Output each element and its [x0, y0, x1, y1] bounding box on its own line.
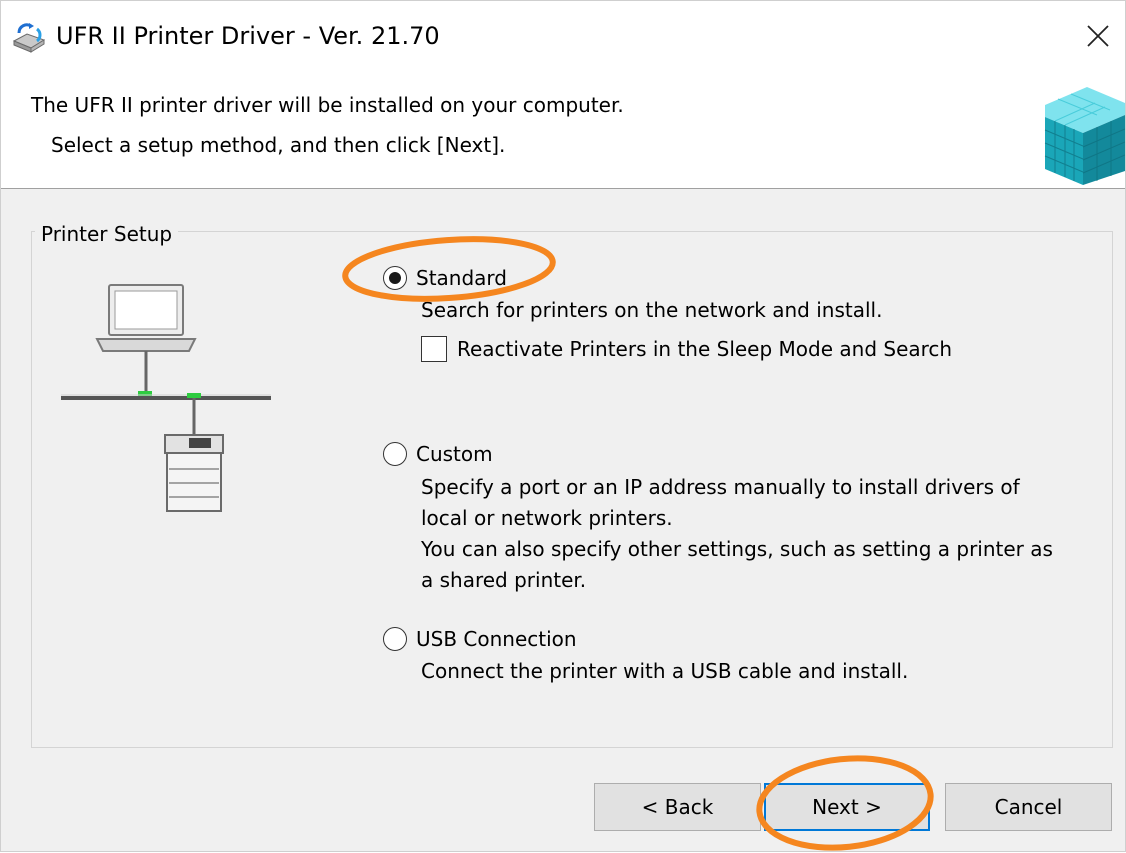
radio-usb-connection[interactable]: USB Connection: [383, 627, 577, 651]
header-instruction-1: The UFR II printer driver will be instal…: [31, 93, 624, 117]
radio-usb-label: USB Connection: [416, 627, 577, 651]
header-instruction-2: Select a setup method, and then click [N…: [51, 133, 506, 157]
title-bar: UFR II Printer Driver - Ver. 21.70: [1, 1, 1125, 73]
custom-description-line-4: a shared printer.: [421, 568, 587, 592]
radio-standard-label: Standard: [416, 266, 507, 290]
back-button[interactable]: < Back: [594, 783, 761, 831]
next-button[interactable]: Next >: [764, 783, 930, 831]
cancel-button[interactable]: Cancel: [945, 783, 1112, 831]
printer-setup-legend: Printer Setup: [35, 220, 179, 248]
printer-driver-app-icon: [12, 23, 46, 53]
radio-custom-label: Custom: [416, 442, 493, 466]
wizard-header: The UFR II printer driver will be instal…: [1, 73, 1125, 189]
network-printer-illustration: [61, 284, 271, 512]
radio-standard-indicator[interactable]: [383, 266, 407, 290]
custom-description-line-3: You can also specify other settings, suc…: [421, 537, 1053, 561]
installer-window: UFR II Printer Driver - Ver. 21.70 The U…: [0, 0, 1126, 852]
close-icon: [1087, 25, 1109, 47]
reactivate-checkbox-box[interactable]: [421, 336, 447, 362]
radio-usb-indicator[interactable]: [383, 627, 407, 651]
window-title: UFR II Printer Driver - Ver. 21.70: [56, 22, 440, 50]
custom-description-line-1: Specify a port or an IP address manually…: [421, 475, 1020, 499]
cube-logo-icon: [1044, 87, 1125, 185]
reactivate-checkbox[interactable]: Reactivate Printers in the Sleep Mode an…: [421, 336, 952, 362]
usb-description: Connect the printer with a USB cable and…: [421, 659, 909, 683]
radio-custom-indicator[interactable]: [383, 442, 407, 466]
radio-standard[interactable]: Standard: [383, 266, 507, 290]
close-button[interactable]: [1075, 13, 1121, 59]
standard-description: Search for printers on the network and i…: [421, 298, 883, 322]
reactivate-checkbox-label: Reactivate Printers in the Sleep Mode an…: [457, 337, 953, 361]
radio-custom[interactable]: Custom: [383, 442, 493, 466]
custom-description-line-2: local or network printers.: [421, 506, 673, 530]
